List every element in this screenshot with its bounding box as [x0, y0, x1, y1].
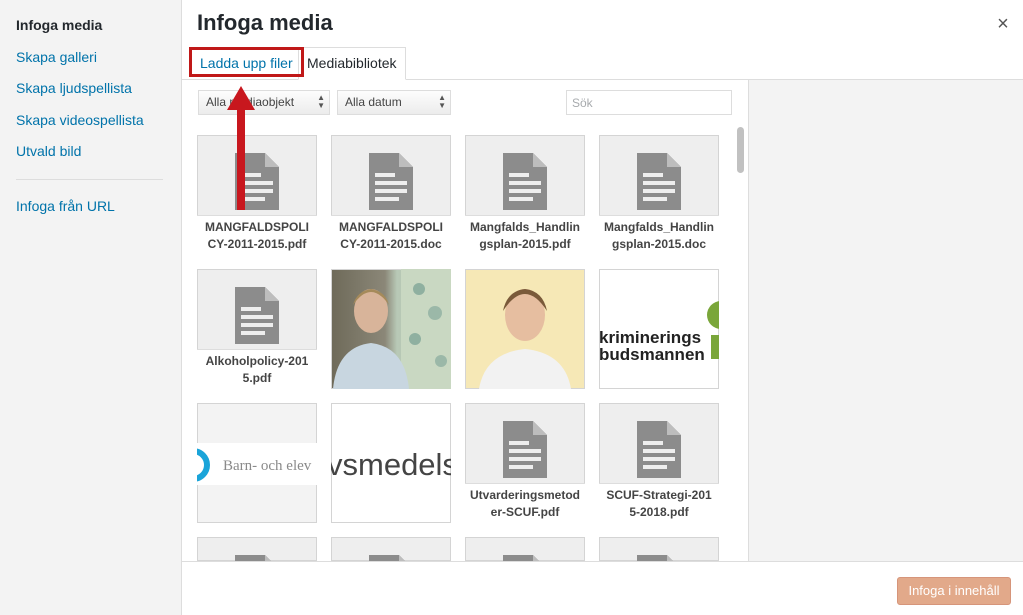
media-item[interactable]: Alkoholpolicy-2015.pdf [197, 269, 317, 389]
document-icon [235, 287, 279, 344]
select-arrows-icon: ▲ ▼ [317, 93, 325, 110]
media-type-filter[interactable]: Alla mediaobjekt ▲ ▼ [198, 90, 330, 115]
tab-ladda-upp-filer[interactable]: Ladda upp filer [189, 47, 304, 77]
modal-title: Infoga media [197, 10, 333, 35]
date-filter[interactable]: Alla datum ▲ ▼ [337, 90, 451, 115]
media-item-filename: MANGFALDSPOLICY-2011-2015.doc [331, 215, 451, 255]
date-filter-value: Alla datum [345, 95, 402, 109]
person-photo-image [479, 289, 571, 389]
document-icon [369, 153, 413, 210]
menu-item-skapa-galleri[interactable]: Skapa galleri [16, 49, 97, 65]
menu-item-utvald-bild[interactable]: Utvald bild [16, 143, 81, 159]
person-photo-image [333, 269, 451, 389]
media-item-image[interactable]: Barn- och elev [197, 403, 317, 523]
media-router-menu: Infoga media Skapa galleri Skapa ljudspe… [0, 0, 182, 615]
media-item-image[interactable]: vsmedelsv [331, 403, 451, 523]
media-item-filename: MANGFALDSPOLICY-2011-2015.pdf [197, 215, 317, 255]
media-item[interactable]: MANGFALDSPOLICY-2011-2015.doc [331, 135, 451, 255]
media-item-photo[interactable] [331, 269, 451, 389]
media-item-photo[interactable] [465, 269, 585, 389]
logo-text-line-2: budsmannen [599, 345, 705, 364]
attachment-details-pane [748, 80, 1023, 561]
media-item-image[interactable]: kriminerings budsmannen [599, 269, 719, 389]
media-item-filename: Utvarderingsmetoder-SCUF.pdf [465, 483, 585, 523]
menu-item-skapa-videospellista[interactable]: Skapa videospellista [16, 112, 144, 128]
menu-item-infoga-media[interactable]: Infoga media [16, 17, 102, 33]
scrollbar[interactable] [736, 127, 745, 561]
media-item[interactable]: Utvarderingsmetoder-SCUF.pdf [465, 403, 585, 523]
media-item[interactable]: Mangfalds_Handlingsplan-2015.doc [599, 135, 719, 255]
logo-image: vsmedelsv [331, 447, 451, 482]
logo-image: Barn- och elev [197, 443, 317, 485]
media-item[interactable] [197, 537, 317, 561]
media-item-filename: Mangfalds_Handlingsplan-2015.pdf [465, 215, 585, 255]
scrollbar-thumb[interactable] [737, 127, 744, 173]
document-icon [637, 153, 681, 210]
tab-mediabibliotek[interactable]: Mediabibliotek [298, 47, 406, 80]
media-item[interactable] [465, 537, 585, 561]
close-icon[interactable]: × [988, 10, 1018, 38]
media-item[interactable] [331, 537, 451, 561]
media-item-filename: Alkoholpolicy-2015.pdf [197, 349, 317, 389]
logo-image: kriminerings budsmannen [599, 301, 719, 364]
media-item[interactable] [599, 537, 719, 561]
menu-item-skapa-ljudspellista[interactable]: Skapa ljudspellista [16, 80, 132, 96]
logo-text: vsmedelsv [331, 447, 451, 482]
insert-into-post-button[interactable]: Infoga i innehåll [897, 577, 1011, 605]
menu-item-infoga-fran-url[interactable]: Infoga från URL [16, 198, 115, 214]
menu-separator [16, 179, 163, 180]
logo-text: Barn- och elev [223, 458, 312, 474]
media-item-filename: SCUF-Strategi-2015-2018.pdf [599, 483, 719, 523]
document-icon [503, 421, 547, 478]
document-icon [503, 153, 547, 210]
media-item[interactable]: SCUF-Strategi-2015-2018.pdf [599, 403, 719, 523]
media-item[interactable]: MANGFALDSPOLICY-2011-2015.pdf [197, 135, 317, 255]
media-item[interactable]: Mangfalds_Handlingsplan-2015.pdf [465, 135, 585, 255]
search-input[interactable] [566, 90, 732, 115]
media-item-filename: Mangfalds_Handlingsplan-2015.doc [599, 215, 719, 255]
annotation-arrow-icon [227, 86, 255, 210]
select-arrows-icon: ▲ ▼ [438, 93, 446, 110]
document-icon [637, 421, 681, 478]
